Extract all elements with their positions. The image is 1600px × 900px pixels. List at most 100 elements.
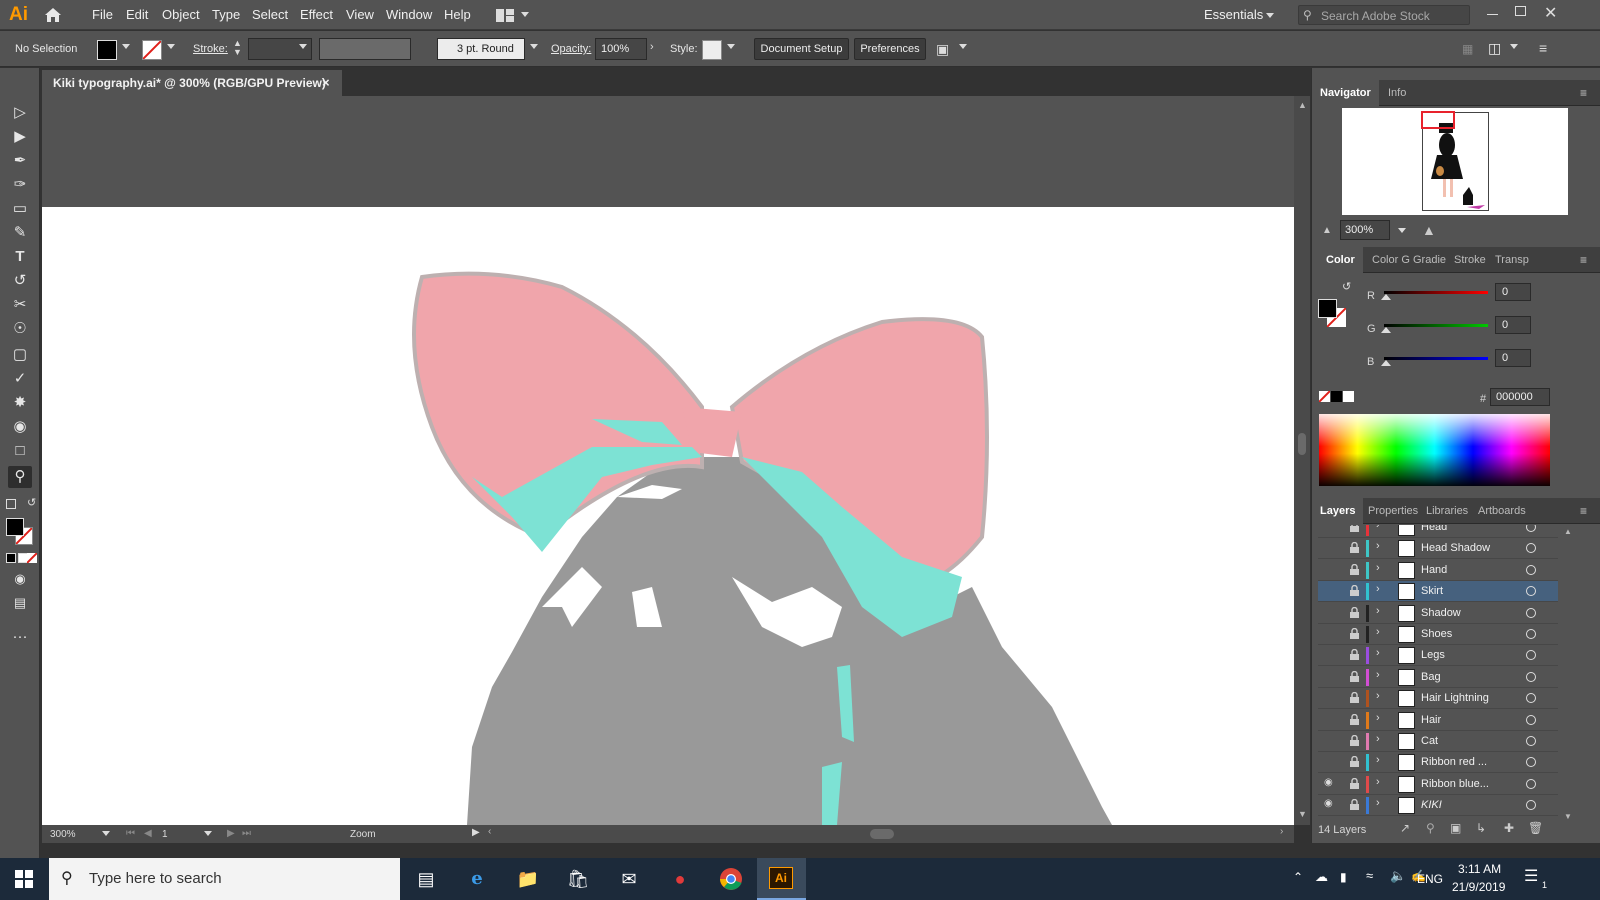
lock-icon[interactable] <box>1350 799 1359 811</box>
next-artboard-icon[interactable]: ▶ <box>227 828 235 839</box>
layers-scrollbar[interactable]: ▲ ▼ <box>1562 525 1574 825</box>
g-value-field[interactable]: 0 <box>1495 316 1531 334</box>
none-color-icon[interactable] <box>1318 390 1331 403</box>
artboard-number[interactable]: 1 <box>162 829 168 840</box>
input-language[interactable]: ENG <box>1417 872 1443 886</box>
visibility-toggle-icon[interactable] <box>1324 541 1338 553</box>
target-circle-icon[interactable] <box>1526 693 1536 704</box>
eyedropper-tool-icon[interactable]: ✓ <box>8 368 32 390</box>
fill-color-swatch[interactable] <box>97 40 117 60</box>
white-color-icon[interactable] <box>1343 391 1354 402</box>
app-icon[interactable]: ● <box>665 864 695 894</box>
chevron-down-icon[interactable] <box>167 44 175 49</box>
first-artboard-icon[interactable]: ⏮ <box>126 828 135 839</box>
new-sublayer-icon[interactable]: ↳ <box>1476 821 1486 835</box>
chevron-down-icon[interactable] <box>204 831 212 836</box>
swap-fill-stroke-icon[interactable]: ↺ <box>1342 280 1351 293</box>
zoom-tool-icon[interactable]: ⚲ <box>8 466 32 488</box>
lock-icon[interactable] <box>1350 756 1359 768</box>
panel-menu-icon[interactable]: ≡ <box>1580 86 1587 100</box>
layer-row[interactable]: › Shoes <box>1318 624 1558 645</box>
tab-libraries[interactable]: Libraries <box>1418 498 1476 524</box>
layer-name[interactable]: Bag <box>1421 671 1441 683</box>
arrange-documents-icon[interactable] <box>496 9 514 22</box>
shape-builder-tool-icon[interactable]: ☉ <box>8 318 32 340</box>
chevron-right-icon[interactable]: › <box>650 41 654 53</box>
stroke-weight-input[interactable] <box>248 38 312 60</box>
close-window-icon[interactable]: ✕ <box>1544 3 1557 23</box>
edge-icon[interactable]: e <box>462 864 492 894</box>
paintbrush-tool-icon[interactable]: ✎ <box>8 222 32 244</box>
draw-mode-icon[interactable]: ◉ <box>8 568 32 590</box>
opacity-label[interactable]: Opacity: <box>551 43 591 55</box>
layer-name[interactable]: Shadow <box>1421 607 1461 619</box>
chevron-down-icon[interactable] <box>1510 44 1518 49</box>
battery-icon[interactable]: ▮ <box>1340 870 1347 884</box>
tab-info[interactable]: Info <box>1380 80 1414 106</box>
b-slider-track[interactable] <box>1384 357 1488 360</box>
navigator-preview[interactable] <box>1342 108 1568 215</box>
expand-chevron-icon[interactable]: › <box>1376 647 1380 659</box>
screen-mode-icon[interactable]: ▤ <box>8 592 32 614</box>
target-circle-icon[interactable] <box>1526 525 1536 532</box>
lock-icon[interactable] <box>1350 649 1359 661</box>
expand-chevron-icon[interactable]: › <box>1376 626 1380 638</box>
layer-row[interactable]: › Legs <box>1318 645 1558 667</box>
layer-name[interactable]: Ribbon red ... <box>1421 756 1487 768</box>
expand-chevron-icon[interactable]: › <box>1376 690 1380 702</box>
layer-name[interactable]: Hand <box>1421 564 1447 576</box>
close-tab-icon[interactable]: × <box>322 70 330 96</box>
visibility-toggle-icon[interactable] <box>1324 755 1338 767</box>
layer-name[interactable]: Hair Lightning <box>1421 692 1489 704</box>
expand-chevron-icon[interactable]: › <box>1376 540 1380 552</box>
target-circle-icon[interactable] <box>1526 586 1536 597</box>
expand-chevron-icon[interactable]: › <box>1376 583 1380 595</box>
document-setup-button[interactable]: Document Setup <box>754 38 849 60</box>
volume-icon[interactable]: 🔈 <box>1390 868 1406 884</box>
scroll-thumb[interactable] <box>1298 433 1306 455</box>
chevron-down-icon[interactable] <box>1266 13 1274 18</box>
illustrator-taskbar-icon[interactable]: Ai <box>757 858 806 900</box>
locate-object-icon[interactable]: ⚲ <box>1426 821 1435 835</box>
target-circle-icon[interactable] <box>1526 543 1536 554</box>
pen-tool-icon[interactable]: ✒ <box>8 150 32 172</box>
task-view-icon[interactable]: ▤ <box>411 864 441 894</box>
last-artboard-icon[interactable]: ⏭ <box>242 828 251 839</box>
r-value-field[interactable]: 0 <box>1495 283 1531 301</box>
menu-view[interactable]: View <box>346 7 374 22</box>
menu-select[interactable]: Select <box>252 7 288 22</box>
target-circle-icon[interactable] <box>1526 607 1536 618</box>
none-mode-icon[interactable] <box>26 552 38 564</box>
stroke-weight-stepper[interactable]: ▲ ▼ <box>233 39 242 57</box>
rectangle-tool-icon[interactable]: ▭ <box>8 198 32 220</box>
graphic-style-swatch[interactable] <box>702 40 722 60</box>
lock-icon[interactable] <box>1350 627 1359 639</box>
g-slider-thumb[interactable] <box>1381 327 1391 333</box>
layer-row[interactable]: › Ribbon red ... <box>1318 752 1558 774</box>
target-circle-icon[interactable] <box>1526 757 1536 768</box>
chevron-down-icon[interactable] <box>530 44 538 49</box>
panel-toggle-icon[interactable]: ◫ <box>1488 40 1501 57</box>
align-panel-icon[interactable]: ▦ <box>1462 42 1473 56</box>
store-icon[interactable]: 🛍 <box>563 864 593 894</box>
search-stock-field[interactable]: ⚲ Search Adobe Stock <box>1298 5 1470 25</box>
layer-name[interactable]: Cat <box>1421 735 1438 747</box>
layer-row[interactable]: › Hand <box>1318 560 1558 581</box>
action-center-icon[interactable]: ☰ <box>1524 866 1538 886</box>
chevron-down-icon[interactable] <box>1398 228 1406 233</box>
b-slider-thumb[interactable] <box>1381 360 1391 366</box>
target-circle-icon[interactable] <box>1526 778 1536 789</box>
visibility-toggle-icon[interactable] <box>1324 734 1338 746</box>
horizontal-scroll-thumb[interactable] <box>870 829 894 839</box>
gradient-tool-icon[interactable]: ▢ <box>8 344 32 366</box>
visibility-toggle-icon[interactable] <box>1324 563 1338 575</box>
taskbar-search-box[interactable]: ⚲ Type here to search <box>49 858 400 900</box>
stroke-label[interactable]: Stroke: <box>193 43 228 55</box>
panel-menu-icon[interactable]: ≡ <box>1580 253 1587 267</box>
direct-selection-tool-icon[interactable]: ▶ <box>8 126 32 148</box>
visibility-toggle-icon[interactable] <box>1324 584 1338 596</box>
layer-row[interactable]: ◉ › Ribbon blue... <box>1318 774 1558 795</box>
stroke-none-swatch[interactable] <box>142 40 162 60</box>
visibility-toggle-icon[interactable] <box>1324 713 1338 725</box>
panel-menu-icon[interactable]: ≡ <box>1580 504 1587 518</box>
